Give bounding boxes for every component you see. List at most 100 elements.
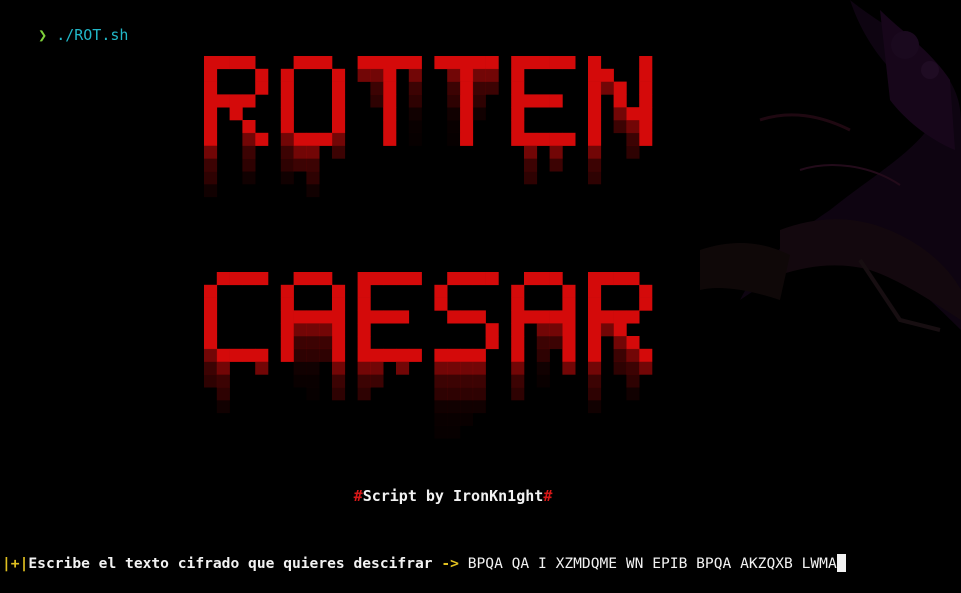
blood-drip (293, 361, 307, 375)
blood-drip (460, 412, 474, 426)
blood-drip (447, 425, 461, 439)
banner-letters-line1 (204, 56, 653, 198)
banner-letter-c (204, 272, 269, 414)
blood-drip (613, 120, 627, 134)
blood-drip (293, 323, 307, 337)
blood-drip (306, 323, 320, 337)
blood-drip (216, 374, 230, 388)
blood-drip (588, 361, 602, 375)
blood-drip (549, 323, 563, 337)
blood-drip (639, 361, 653, 375)
ascii-art-banner: ROTTEN CAESAR (204, 56, 653, 439)
blood-drip (319, 336, 333, 350)
blood-drip (600, 323, 614, 337)
banner-letter-a (511, 272, 576, 401)
blood-drip (280, 158, 294, 172)
banner-letter-a (280, 272, 346, 401)
blood-drip (370, 68, 384, 82)
blood-drip (242, 171, 256, 185)
cipher-input-line[interactable]: |+|Escribe el texto cifrado que quieres … (2, 554, 846, 574)
blood-drip (204, 171, 218, 185)
blood-drip (588, 387, 602, 401)
credit-hash-left: # (353, 487, 363, 505)
blood-drip (588, 145, 602, 159)
blood-drip (447, 361, 461, 375)
blood-drip (293, 348, 307, 362)
blood-drip (370, 374, 384, 388)
blood-drip (447, 120, 461, 134)
blood-drip (588, 171, 602, 185)
blood-drip (357, 361, 371, 375)
blood-drip (434, 425, 448, 439)
blood-drip (472, 361, 486, 375)
blood-drip (332, 387, 346, 401)
blood-drip (460, 361, 474, 375)
blood-drip (588, 374, 602, 388)
blood-drip (370, 361, 384, 375)
banner-letter-s (434, 272, 499, 439)
blood-drip (434, 374, 448, 388)
blood-drip (306, 348, 320, 362)
blood-drip (434, 387, 448, 401)
blood-drip (204, 145, 218, 159)
blood-drip (613, 361, 627, 375)
blood-drip (524, 171, 538, 185)
blood-drip (280, 132, 294, 146)
blood-drip (472, 400, 486, 414)
blood-drip (332, 132, 346, 146)
banner-letters-line2 (204, 272, 653, 439)
blood-drip (613, 107, 627, 121)
banner-letter-r (204, 56, 269, 198)
blood-drip (613, 348, 627, 362)
blood-drip (204, 348, 218, 362)
terminal-window[interactable]: ❯ ./ROT.sh ROTTEN CAESAR #Script by Iron… (0, 0, 961, 593)
blood-drip (626, 387, 640, 401)
blood-drip (460, 400, 474, 414)
blood-drip (306, 361, 320, 375)
script-credit: #Script by IronKn1ght# (0, 487, 906, 505)
banner-letter-r (588, 272, 653, 414)
blood-drip (536, 323, 550, 337)
banner-title-line2: CAESAR (204, 270, 208, 273)
blood-drip (408, 81, 422, 95)
banner-letter-n (588, 56, 653, 185)
credit-hash-right: # (543, 487, 553, 505)
blood-drip (242, 158, 256, 172)
blood-drip (357, 387, 371, 401)
blood-drip (204, 184, 218, 198)
blood-drip (293, 336, 307, 350)
blood-drip (536, 348, 550, 362)
blood-drip (447, 68, 461, 82)
blood-drip (485, 68, 499, 82)
blood-drip (472, 68, 486, 82)
blood-drip (204, 374, 218, 388)
blood-drip (600, 81, 614, 95)
blood-drip (626, 348, 640, 362)
blood-drip (216, 400, 230, 414)
blood-drip (460, 387, 474, 401)
blood-drip (588, 158, 602, 172)
blood-drip (447, 412, 461, 426)
blood-drip (319, 323, 333, 337)
blood-drip (280, 145, 294, 159)
blood-drip (332, 145, 346, 159)
blood-drip (293, 374, 307, 388)
banner-letter-t (434, 56, 499, 146)
blood-drip (408, 94, 422, 108)
blood-drip (536, 374, 550, 388)
typed-ciphertext[interactable]: BPQA QA I XZMDQME WN EPIB BPQA AKZQXB LW… (459, 555, 837, 572)
blood-drip (306, 158, 320, 172)
blood-drip (280, 171, 294, 185)
blood-drip (396, 361, 410, 375)
blood-drip (306, 184, 320, 198)
blood-drip (626, 120, 640, 134)
blood-drip (536, 361, 550, 375)
blood-drip (306, 336, 320, 350)
banner-letter-e (511, 56, 576, 185)
blood-drip (536, 336, 550, 350)
blood-drip (626, 132, 640, 146)
blood-drip (434, 361, 448, 375)
input-arrow: -> (441, 555, 459, 572)
banner-letter-e (357, 272, 422, 401)
input-prompt-text: Escribe el texto cifrado que quieres des… (28, 555, 442, 572)
